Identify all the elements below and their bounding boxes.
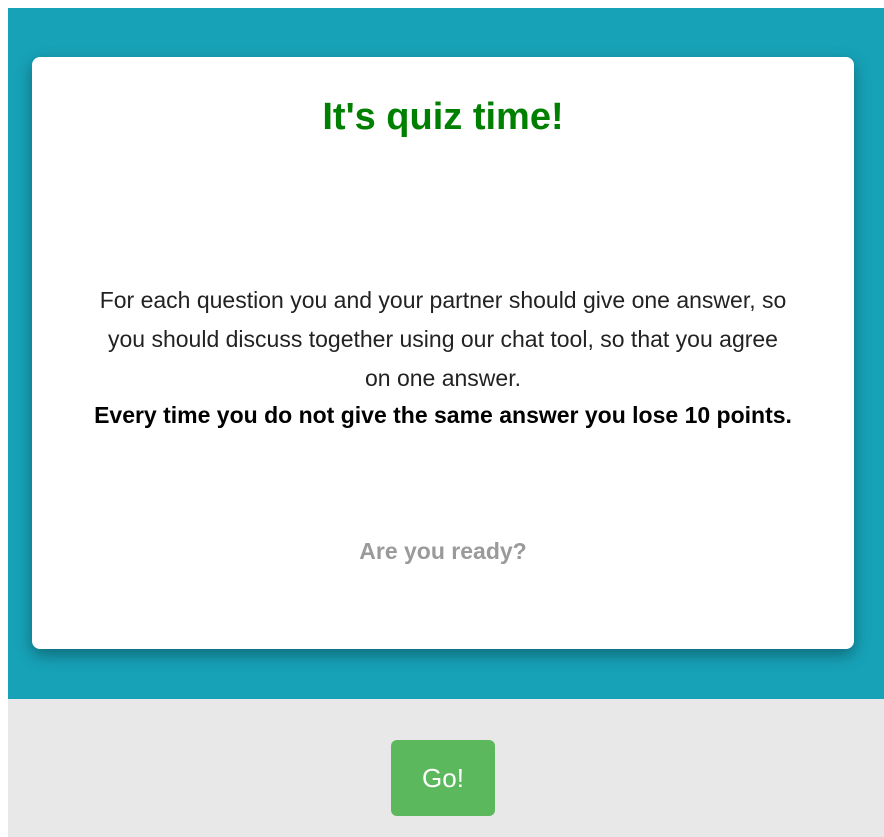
quiz-intro-card: It's quiz time! For each question you an…: [32, 57, 854, 649]
go-button[interactable]: Go!: [391, 740, 495, 816]
footer-bar: Go!: [8, 699, 884, 837]
quiz-title: It's quiz time!: [322, 96, 564, 138]
instruction-line: on one answer.: [364, 365, 521, 391]
instruction-line: you should discuss together using our ch…: [108, 326, 778, 352]
penalty-warning: Every time you do not give the same answ…: [94, 402, 792, 428]
instruction-line: For each question you and your partner s…: [99, 287, 787, 313]
quiz-instructions: For each question you and your partner s…: [48, 281, 838, 398]
ready-prompt: Are you ready?: [359, 538, 527, 564]
